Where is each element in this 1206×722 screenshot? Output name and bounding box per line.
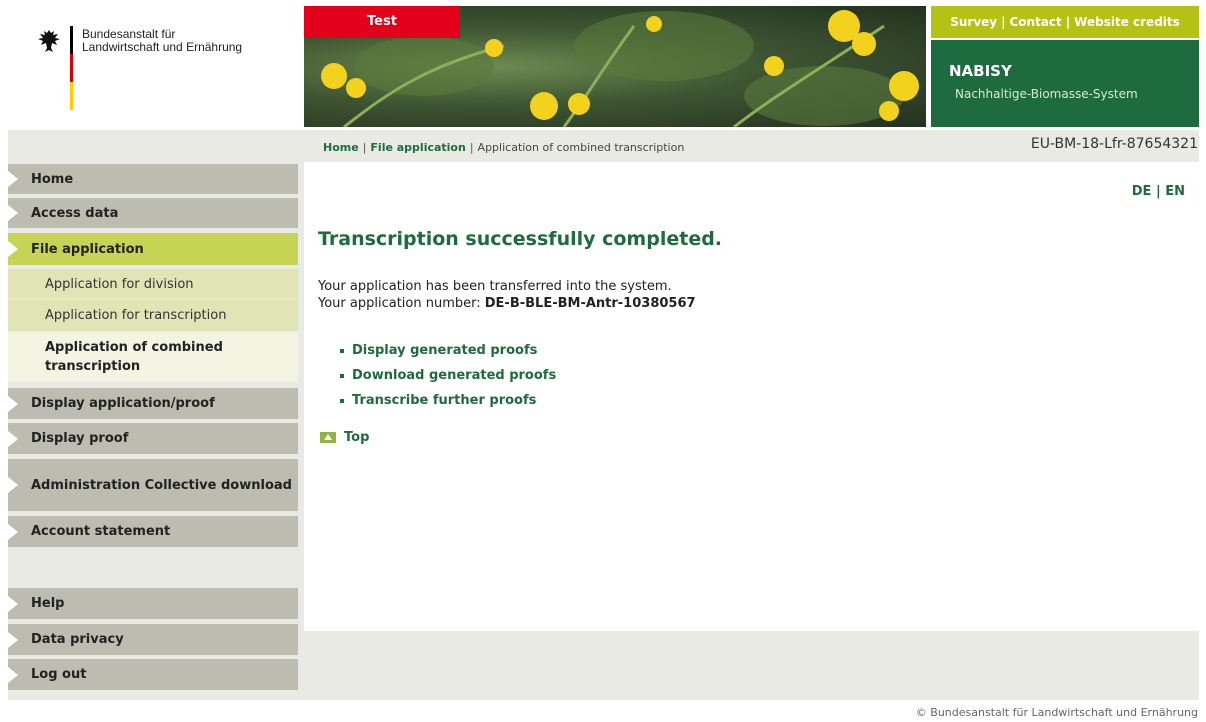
- sidebar-item-file-application[interactable]: File application: [8, 233, 298, 265]
- list-item: Download generated proofs: [340, 363, 556, 388]
- sidebar-item-data-privacy[interactable]: Data privacy: [8, 624, 298, 655]
- sidebar-item-label: Account statement: [31, 524, 171, 539]
- transcribe-further-proofs-link[interactable]: Transcribe further proofs: [352, 388, 536, 413]
- application-number: DE-B-BLE-BM-Antr-10380567: [484, 296, 696, 311]
- action-links: Display generated proofs Download genera…: [340, 338, 556, 413]
- sidebar-subitem-application-for-division[interactable]: Application for division: [8, 269, 298, 299]
- sidebar-item-label: Log out: [31, 667, 87, 682]
- sidebar-item-display-proof[interactable]: Display proof: [8, 423, 298, 454]
- sidebar-item-label: Display proof: [31, 431, 129, 446]
- list-item: Transcribe further proofs: [340, 388, 556, 413]
- sidebar-item-home[interactable]: Home: [8, 164, 298, 194]
- sidebar-item-access-data[interactable]: Access data: [8, 198, 298, 228]
- breadcrumb-file-application-link[interactable]: File application: [370, 141, 465, 154]
- sidebar-item-log-out[interactable]: Log out: [8, 659, 298, 690]
- sidebar-item-label: Data privacy: [31, 632, 124, 647]
- sidebar-item-label: Help: [31, 596, 65, 611]
- bullet-icon: [340, 398, 344, 403]
- application-number-line: Your application number: DE-B-BLE-BM-Ant…: [318, 295, 696, 312]
- sidebar-item-display-application-proof[interactable]: Display application/proof: [8, 388, 298, 419]
- sidebar-item-administration-collective-download[interactable]: Administration Collective download: [8, 459, 298, 511]
- page-title: Transcription successfully completed.: [318, 228, 723, 250]
- top-links-bar: Survey | Contact | Website credits: [931, 6, 1199, 38]
- breadcrumb-home-link[interactable]: Home: [323, 141, 359, 154]
- agency-name: Bundesanstalt für Landwirtschaft und Ern…: [82, 27, 243, 54]
- list-item: Display generated proofs: [340, 338, 556, 363]
- app-title-block: NABISY Nachhaltige-Biomasse-System: [931, 40, 1199, 127]
- sidebar-subitem-application-for-transcription[interactable]: Application for transcription: [8, 300, 298, 331]
- test-environment-badge: Test: [304, 6, 460, 38]
- separator: |: [362, 141, 367, 154]
- agency-logo[interactable]: Bundesanstalt für Landwirtschaft und Ern…: [0, 0, 300, 130]
- display-generated-proofs-link[interactable]: Display generated proofs: [352, 338, 537, 363]
- german-flag-stripe: [70, 26, 73, 110]
- footer-copyright: © Bundesanstalt für Landwirtschaft und E…: [915, 706, 1198, 719]
- sidebar-item-label: Administration Collective download: [31, 477, 292, 493]
- application-number-label: Your application number:: [318, 296, 481, 311]
- confirmation-message: Your application has been transferred in…: [318, 278, 696, 312]
- separator: |: [1155, 184, 1161, 199]
- separator: |: [1065, 15, 1071, 29]
- separator: |: [469, 141, 474, 154]
- bullet-icon: [340, 373, 344, 378]
- website-credits-link[interactable]: Website credits: [1074, 15, 1180, 29]
- download-generated-proofs-link[interactable]: Download generated proofs: [352, 363, 556, 388]
- sidebar-item-label: Home: [31, 171, 74, 187]
- app-title: NABISY: [949, 62, 1012, 80]
- sidebar-item-label: Application of combined transcription: [45, 340, 223, 374]
- survey-link[interactable]: Survey: [950, 15, 997, 29]
- arrow-up-icon: [320, 432, 336, 443]
- bullet-icon: [340, 348, 344, 353]
- sidebar-item-label: Display application/proof: [31, 396, 215, 411]
- separator: |: [1001, 15, 1006, 29]
- sidebar-item-label: Application for division: [45, 276, 194, 292]
- sidebar-item-account-statement[interactable]: Account statement: [8, 516, 298, 547]
- contact-link[interactable]: Contact: [1010, 15, 1062, 29]
- breadcrumb-current: Application of combined transcription: [477, 141, 685, 154]
- back-to-top-link[interactable]: Top: [320, 430, 369, 445]
- breadcrumb: Home | File application | Application of com…: [323, 141, 684, 154]
- lang-de-link[interactable]: DE: [1132, 184, 1152, 199]
- sidebar-item-label: Access data: [31, 205, 119, 221]
- message-line: Your application has been transferred in…: [318, 279, 672, 294]
- language-switcher: DE | EN: [1132, 184, 1185, 199]
- app-subtitle: Nachhaltige-Biomasse-System: [955, 87, 1138, 101]
- sidebar-item-label: Application for transcription: [45, 308, 227, 323]
- federal-eagle-icon: [38, 30, 60, 52]
- back-to-top-label: Top: [344, 430, 370, 445]
- content-panel: DE | EN Transcription successfully compl…: [304, 162, 1199, 631]
- sidebar-subitem-application-of-combined-transcription[interactable]: Application of combined transcription: [8, 332, 298, 382]
- sidebar-item-label: File application: [31, 241, 144, 257]
- sidebar-item-help[interactable]: Help: [8, 588, 298, 619]
- user-id: EU-BM-18-Lfr-87654321: [1030, 136, 1198, 152]
- lang-en-link[interactable]: EN: [1165, 184, 1185, 199]
